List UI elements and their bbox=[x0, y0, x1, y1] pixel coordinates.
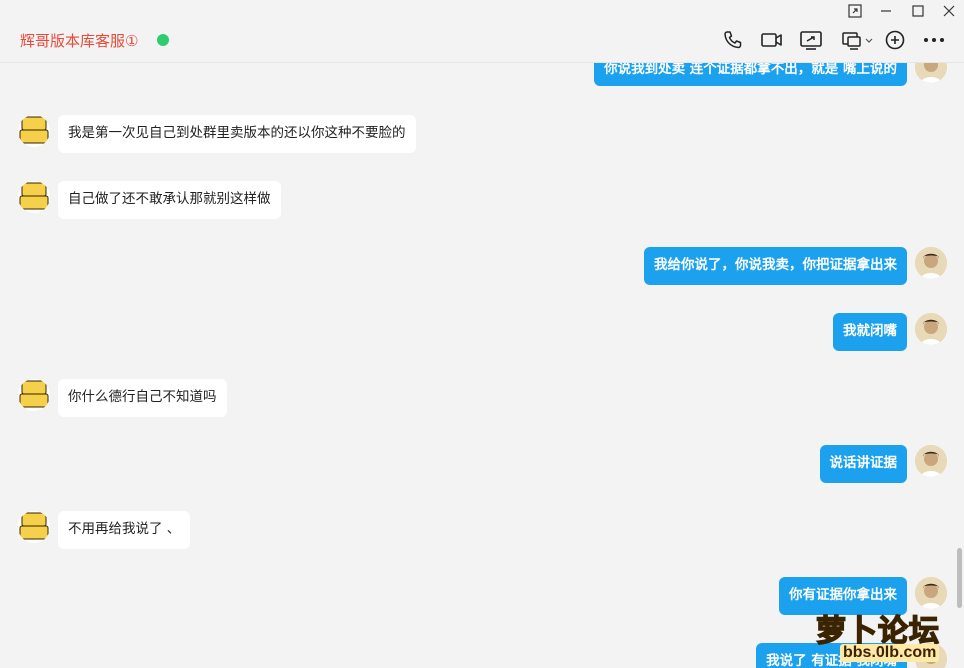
title-bar: 辉哥版本库客服① bbox=[0, 0, 964, 63]
message-bubble-received[interactable]: 不用再给我说了 、 bbox=[58, 511, 191, 549]
message-bubble-sent[interactable]: 我给你说了，你说我卖，你把证据拿出来 bbox=[644, 247, 907, 285]
message-bubble-sent[interactable]: 你说我到处卖 连个证据都拿不出，就是 嘴上说的 bbox=[594, 63, 907, 86]
my-avatar[interactable] bbox=[915, 63, 947, 83]
my-avatar[interactable] bbox=[915, 313, 947, 345]
pin-icon[interactable] bbox=[847, 3, 863, 19]
message-bubble-received[interactable]: 你什么德行自己不知道吗 bbox=[58, 379, 227, 417]
kefu-avatar[interactable] bbox=[18, 379, 50, 411]
online-status-dot bbox=[157, 34, 169, 46]
watermark-logo: 萝卜论坛 bbs.0lb.com bbox=[806, 606, 958, 666]
minimize-icon[interactable] bbox=[878, 3, 894, 19]
close-icon[interactable] bbox=[941, 3, 957, 19]
kefu-avatar[interactable] bbox=[18, 511, 50, 543]
video-icon[interactable] bbox=[760, 28, 784, 52]
message-bubble-sent[interactable]: 我就闭嘴 bbox=[833, 313, 907, 351]
chat-title[interactable]: 辉哥版本库客服① bbox=[20, 31, 138, 51]
screen-share-icon[interactable] bbox=[799, 28, 823, 52]
kefu-avatar[interactable] bbox=[18, 115, 50, 147]
chat-message-list[interactable]: 你说我到处卖 连个证据都拿不出，就是 嘴上说的 我是第一次见自己到处群里卖版本的… bbox=[0, 63, 964, 668]
message-bubble-received[interactable]: 我是第一次见自己到处群里卖版本的还以你这种不要脸的 bbox=[58, 115, 416, 153]
chat-scrollbar[interactable] bbox=[957, 548, 962, 608]
my-avatar[interactable] bbox=[915, 577, 947, 609]
more-icon[interactable] bbox=[922, 28, 946, 52]
watermark-url: bbs.0lb.com bbox=[840, 644, 940, 662]
add-icon[interactable] bbox=[883, 28, 907, 52]
my-avatar[interactable] bbox=[915, 247, 947, 279]
message-bubble-received[interactable]: 自己做了还不敢承认那就别这样做 bbox=[58, 181, 281, 219]
maximize-icon[interactable] bbox=[910, 3, 926, 19]
kefu-avatar[interactable] bbox=[18, 181, 50, 213]
my-avatar[interactable] bbox=[915, 445, 947, 477]
remote-desktop-icon[interactable] bbox=[840, 28, 876, 52]
phone-icon[interactable] bbox=[721, 28, 745, 52]
message-bubble-sent[interactable]: 说话讲证据 bbox=[819, 445, 907, 483]
